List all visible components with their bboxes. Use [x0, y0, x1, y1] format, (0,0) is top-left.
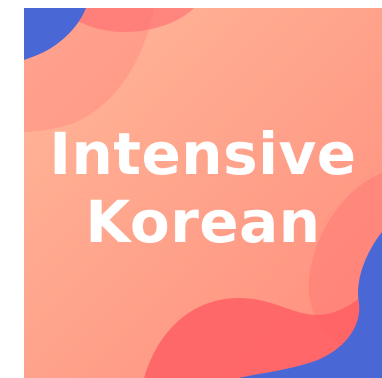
podcast-cover: Intensive Korean [24, 8, 382, 378]
title-line-2: Korean [85, 188, 321, 256]
title-line-1: Intensive [49, 120, 357, 188]
cover-title: Intensive Korean [24, 120, 382, 256]
